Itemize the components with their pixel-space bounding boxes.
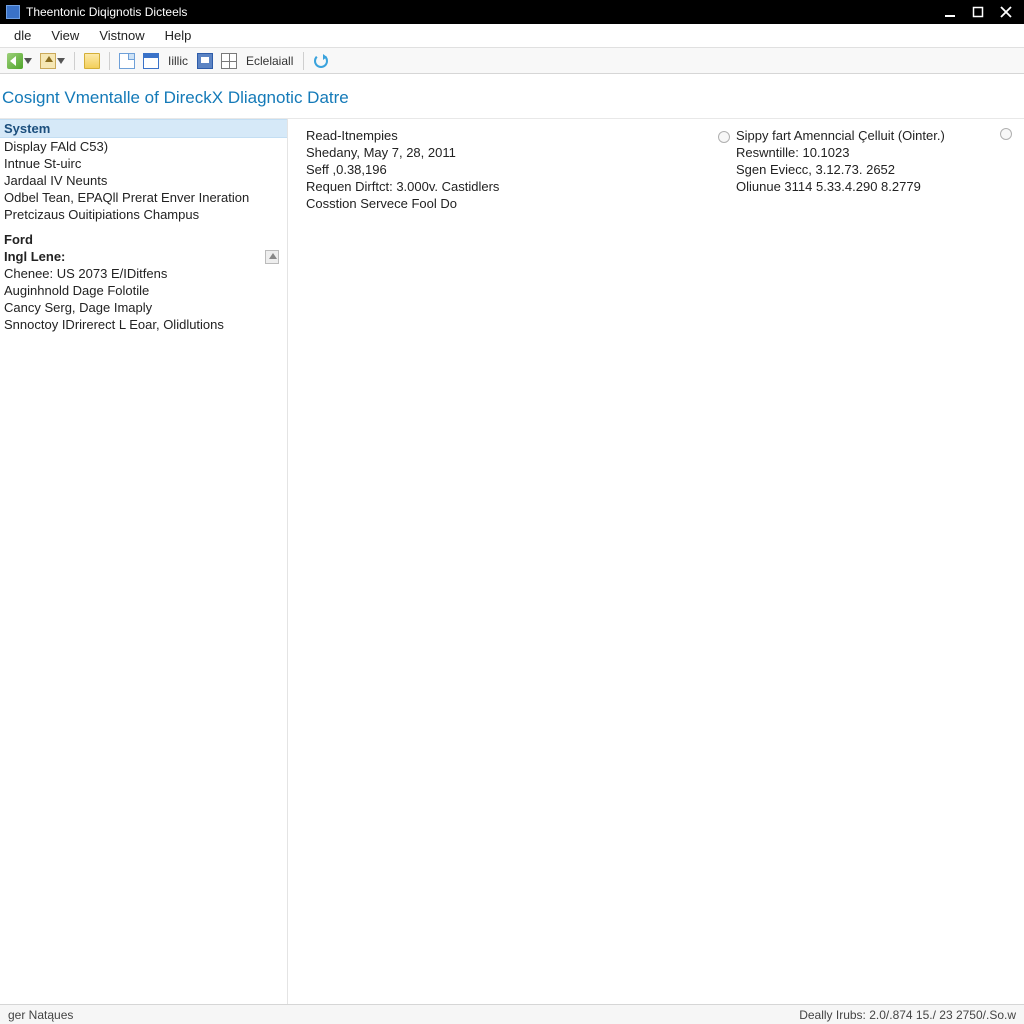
sidebar-item[interactable]: Auginhnold Dage Folotile	[0, 282, 287, 299]
title-bar: Theentonic Diqignotis Dicteels	[0, 0, 1024, 24]
page-button[interactable]	[116, 51, 138, 71]
back-icon	[7, 53, 23, 69]
page-title: Cosignt Vmentalle of DireckX Dliagnotic …	[0, 74, 1024, 119]
bullet-icon	[1000, 128, 1012, 140]
toolbar: Iillic Eclelaiall	[0, 48, 1024, 74]
maximize-button[interactable]	[964, 0, 992, 24]
folder-icon	[84, 53, 100, 69]
up-button[interactable]	[37, 51, 68, 71]
page-icon	[119, 53, 135, 69]
right-header: Sippy fart Amenncial Çelluit (Ointer.)	[736, 128, 945, 143]
info-row: Cosstion Servece Fool Do	[306, 195, 696, 212]
close-button[interactable]	[992, 0, 1020, 24]
bullet-icon	[718, 131, 730, 143]
info-row: Read-Itnempies	[306, 127, 696, 144]
sidebar-heading-ingl: Ingl Lene:	[0, 248, 69, 265]
toolbar-separator	[303, 52, 304, 70]
info-row: Requen Dirftct: 3.000v. Castidlers	[306, 178, 696, 195]
window-button[interactable]	[140, 51, 162, 71]
sidebar: System Display FAld C53) Intnue St-uirc …	[0, 119, 288, 1005]
sidebar-item[interactable]: Pretcizaus Ouitipiations Champus	[0, 206, 287, 223]
content-area: System Display FAld C53) Intnue St-uirc …	[0, 119, 1024, 1005]
menu-bar: dle View Vistnow Help	[0, 24, 1024, 48]
info-row: Oliunue 3114 5.33.4.290 8.2779	[718, 178, 1012, 195]
sidebar-item[interactable]: Display FAld C53)	[0, 138, 287, 155]
toolbar-separator	[74, 52, 75, 70]
info-row: Shedany, May 7, 28, 2011	[306, 144, 696, 161]
chevron-down-icon	[57, 58, 65, 64]
menu-window[interactable]: Vistnow	[89, 26, 154, 45]
save-icon	[197, 53, 213, 69]
refresh-button[interactable]	[310, 51, 332, 71]
status-left: ger Natąues	[8, 1008, 73, 1022]
sidebar-item[interactable]: Cancy Serg, Dage Imaply	[0, 299, 287, 316]
sidebar-item[interactable]: Odbel Tean, EPAQll Prerat Enver Ineratio…	[0, 189, 287, 206]
maximize-icon	[972, 6, 984, 18]
minimize-button[interactable]	[936, 0, 964, 24]
menu-help[interactable]: Help	[155, 26, 202, 45]
info-row: Seff ,0.38,196	[306, 161, 696, 178]
folder-button[interactable]	[81, 51, 103, 71]
chevron-down-icon	[24, 58, 32, 64]
right-header-row: Sippy fart Amenncial Çelluit (Ointer.)	[718, 127, 1012, 144]
sidebar-heading-ford: Ford	[0, 231, 287, 248]
back-button[interactable]	[4, 51, 35, 71]
sidebar-item[interactable]: Snnoctoy IDrirerect L Eoar, Olidlutions	[0, 316, 287, 333]
grid-button[interactable]	[218, 51, 240, 71]
up-icon	[40, 53, 56, 69]
minimize-icon	[944, 6, 956, 18]
sidebar-item[interactable]: Jardaal IV Neunts	[0, 172, 287, 189]
main-panel: Read-Itnempies Shedany, May 7, 28, 2011 …	[288, 119, 714, 1005]
toolbar-label-hillic[interactable]: Iillic	[164, 54, 192, 68]
save-button[interactable]	[194, 51, 216, 71]
menu-file[interactable]: dle	[4, 26, 41, 45]
app-icon	[6, 5, 20, 19]
close-icon	[999, 5, 1013, 19]
status-bar: ger Natąues Deally Irubs: 2.0/.874 15./ …	[0, 1004, 1024, 1024]
right-panel: Sippy fart Amenncial Çelluit (Ointer.) R…	[714, 119, 1024, 1005]
toolbar-separator	[109, 52, 110, 70]
refresh-icon	[314, 54, 328, 68]
toolbar-label-eclatall[interactable]: Eclelaiall	[242, 54, 297, 68]
status-right: Deally Irubs: 2.0/.874 15./ 23 2750/.So.…	[799, 1008, 1016, 1022]
info-row: Reswntille: 10.1023	[718, 144, 1012, 161]
menu-view[interactable]: View	[41, 26, 89, 45]
sidebar-item[interactable]: Chenee: US 2073 E/IDitfens	[0, 265, 287, 282]
expand-icon[interactable]	[265, 250, 279, 264]
grid-icon	[221, 53, 237, 69]
window-icon	[143, 53, 159, 69]
info-row: Sgen Eviecc, 3.12.73. 2652	[718, 161, 1012, 178]
window-title: Theentonic Diqignotis Dicteels	[26, 5, 936, 19]
sidebar-item[interactable]: Intnue St-uirc	[0, 155, 287, 172]
sidebar-section-system[interactable]: System	[0, 119, 287, 138]
